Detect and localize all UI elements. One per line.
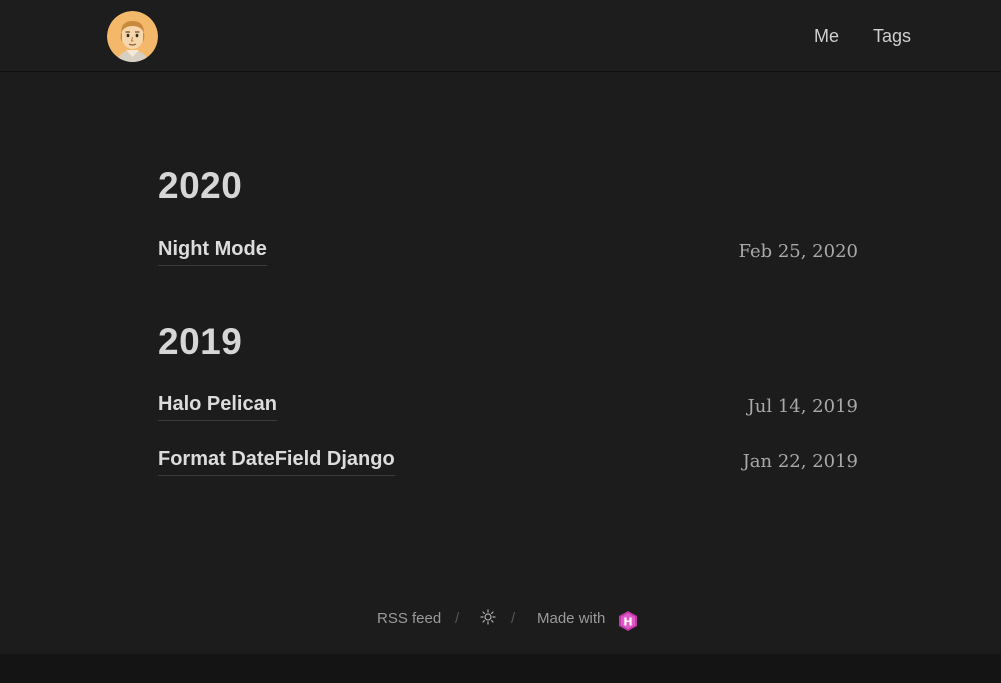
sun-icon[interactable] bbox=[480, 609, 496, 631]
avatar-icon bbox=[107, 11, 158, 62]
post-date: Jan 22, 2019 bbox=[742, 451, 858, 472]
rss-feed-link[interactable]: RSS feed bbox=[377, 609, 441, 629]
site-header: Me Tags bbox=[0, 0, 1001, 72]
year-heading-2020: 2020 bbox=[158, 165, 243, 206]
hugo-letter: H bbox=[623, 616, 632, 629]
bottom-bar bbox=[0, 654, 1001, 683]
post-link-halo-pelican[interactable]: Halo Pelican bbox=[158, 392, 277, 421]
made-with-label: Made with bbox=[537, 610, 606, 627]
post-date: Feb 25, 2020 bbox=[738, 241, 858, 262]
avatar-home-link[interactable] bbox=[107, 11, 158, 62]
footer-separator: / bbox=[511, 610, 516, 627]
post-link-night-mode[interactable]: Night Mode bbox=[158, 237, 267, 266]
year-heading-2019: 2019 bbox=[158, 321, 243, 362]
hugo-icon[interactable]: H bbox=[617, 610, 639, 638]
nav-link-me[interactable]: Me bbox=[814, 24, 839, 48]
footer-separator: / bbox=[455, 610, 460, 627]
nav-link-tags[interactable]: Tags bbox=[873, 24, 911, 48]
site-footer: RSS feed / / Made with H bbox=[0, 600, 1001, 640]
post-date: Jul 14, 2019 bbox=[747, 396, 858, 417]
post-link-format-datefield-django[interactable]: Format DateField Django bbox=[158, 447, 395, 476]
